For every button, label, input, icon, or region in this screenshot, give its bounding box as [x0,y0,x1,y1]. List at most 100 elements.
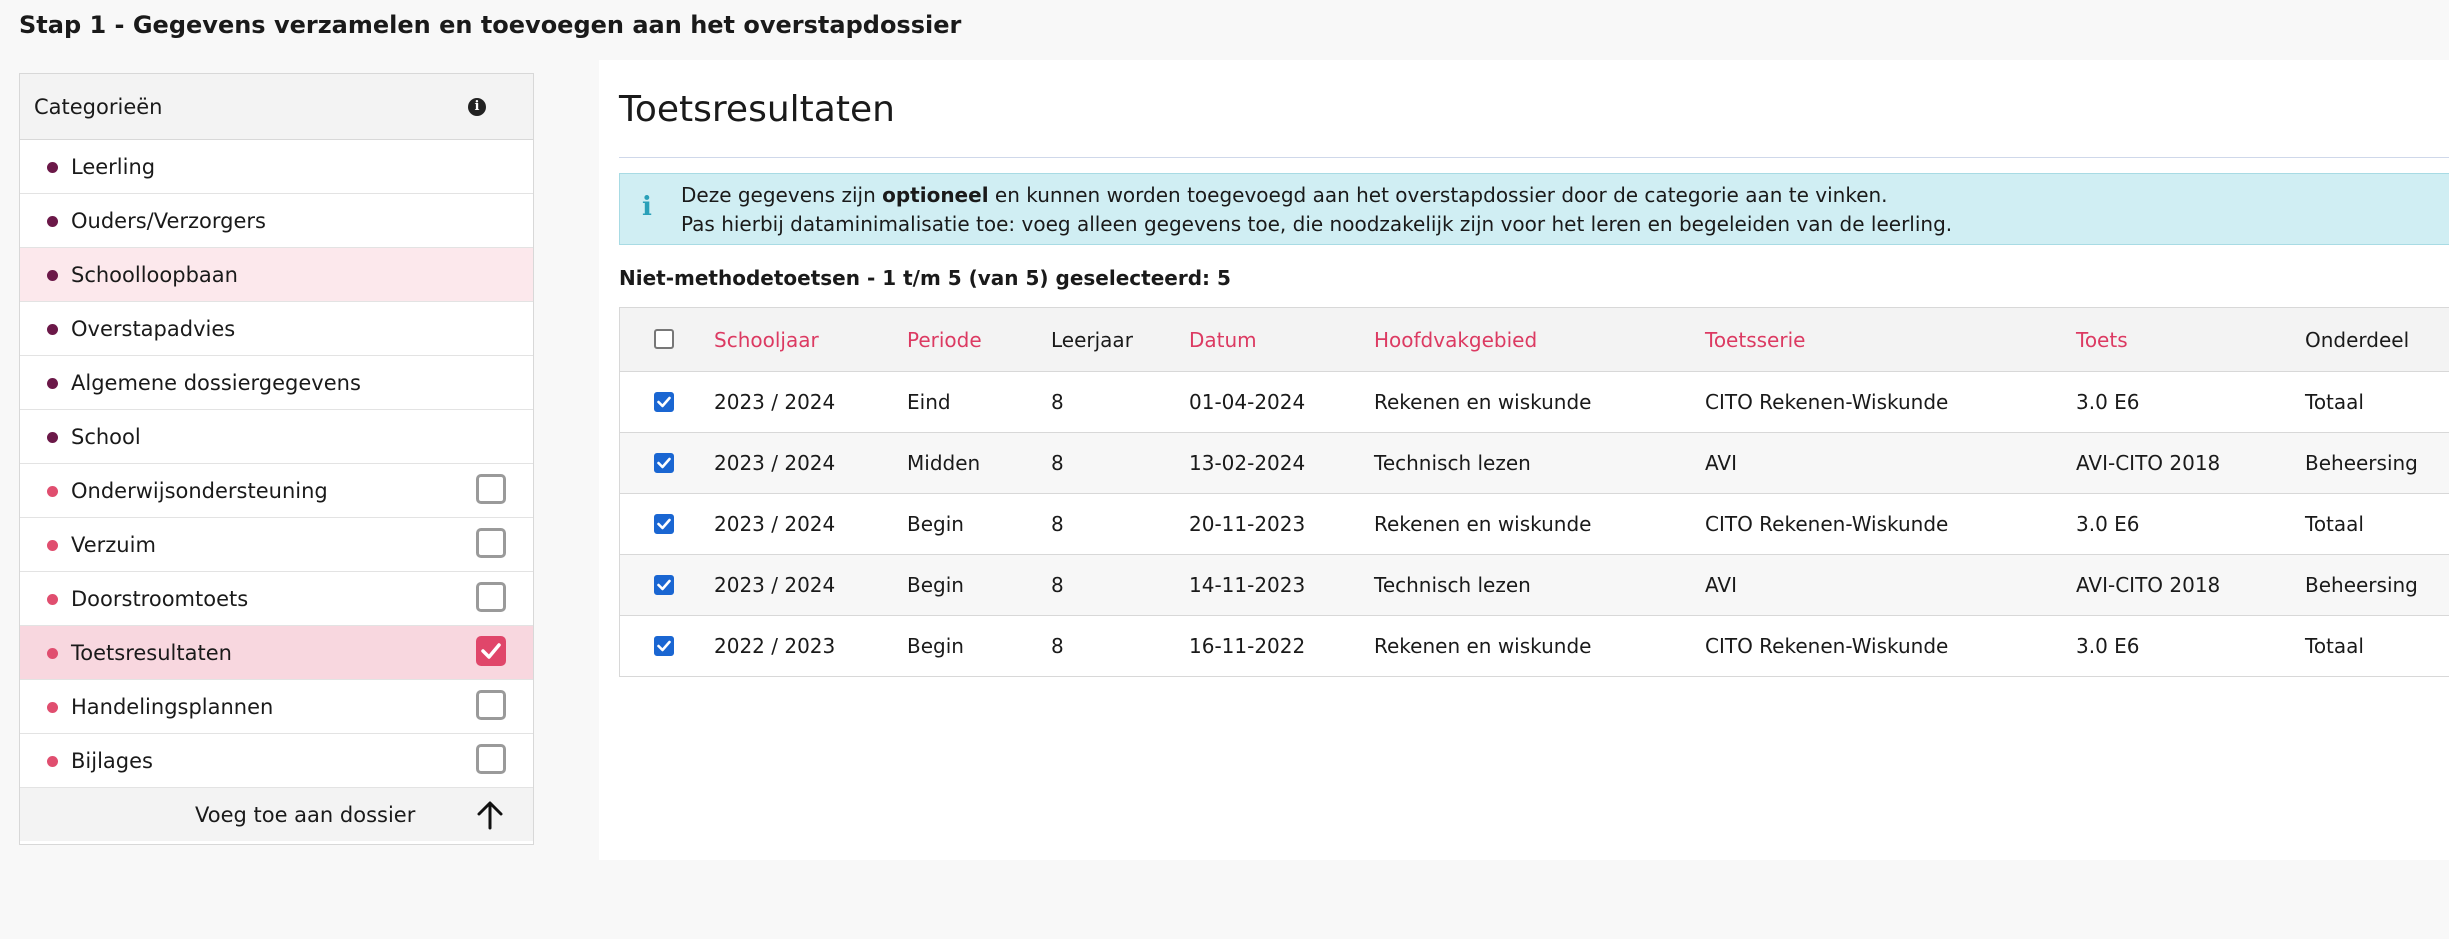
alert-line-2: Pas hierbij dataminimalisatie toe: voeg … [681,212,1953,236]
cell-onderdeel: Totaal [2305,512,2364,536]
cell-leerjaar: 8 [1051,451,1064,475]
column-header-toets[interactable]: Toets [2076,326,2128,354]
sidebar-item-label: Leerling [71,155,156,179]
cell-toetsserie: AVI [1705,573,1737,597]
sidebar-item-label: Overstapadvies [71,317,236,341]
category-dot-icon [47,594,58,605]
cell-hoofdvakgebied: Rekenen en wiskunde [1374,390,1592,414]
cell-leerjaar: 8 [1051,512,1064,536]
category-dot-icon [47,162,58,173]
select-all-checkbox[interactable] [654,329,674,349]
arrow-up-icon [477,801,503,830]
main-panel: Toetsresultaten i Deze gegevens zijn opt… [599,60,2449,860]
cell-schooljaar: 2022 / 2023 [714,634,836,658]
category-dot-icon [47,216,58,227]
add-to-dossier-label: Voeg toe aan dossier [195,803,416,827]
checkmark-icon [481,643,501,659]
cell-onderdeel: Beheersing [2305,451,2418,475]
category-dot-icon [47,756,58,767]
category-dot-icon [47,648,58,659]
cell-toets: 3.0 E6 [2076,390,2140,414]
cell-toetsserie: CITO Rekenen-Wiskunde [1705,390,1949,414]
category-dot-icon [47,486,58,497]
table-row[interactable]: 2023 / 2024 Eind 8 01-04-2024 Rekenen en wis… [620,372,2449,433]
row-checkbox[interactable] [654,453,674,473]
category-checkbox[interactable] [476,474,506,504]
cell-leerjaar: 8 [1051,390,1064,414]
sidebar-header-label: Categorieën [34,94,163,119]
column-header-toetsserie[interactable]: Toetsserie [1705,326,1805,354]
cell-hoofdvakgebied: Rekenen en wiskunde [1374,512,1592,536]
cell-onderdeel: Totaal [2305,390,2364,414]
cell-schooljaar: 2023 / 2024 [714,451,836,475]
cell-schooljaar: 2023 / 2024 [714,512,836,536]
row-checkbox[interactable] [654,514,674,534]
cell-onderdeel: Totaal [2305,634,2364,658]
table-row[interactable]: 2023 / 2024 Begin 8 20-11-2023 Rekenen en wi… [620,494,2449,555]
sidebar-item-schoolloopbaan[interactable]: Schoolloopbaan [20,248,533,302]
results-table: Schooljaar Periode Leerjaar Datum Hoofdvakge… [619,307,2449,677]
cell-periode: Eind [907,390,951,414]
column-header-hoofdvakgebied[interactable]: Hoofdvakgebied [1374,326,1537,354]
category-sidebar: Categorieën i Leerling Ouders/Verzorgers S… [19,73,534,845]
sidebar-item-label: Ouders/Verzorgers [71,209,266,233]
sidebar-item-leerling[interactable]: Leerling [20,140,533,194]
cell-toetsserie: CITO Rekenen-Wiskunde [1705,512,1949,536]
sidebar-item-bijlages[interactable]: Bijlages [20,734,533,788]
table-row[interactable]: 2023 / 2024 Begin 8 14-11-2023 Technisch lez… [620,555,2449,616]
sidebar-item-ouders-verzorgers[interactable]: Ouders/Verzorgers [20,194,533,248]
category-checkbox[interactable] [476,636,506,666]
column-header-leerjaar: Leerjaar [1051,328,1133,352]
cell-periode: Midden [907,451,981,475]
category-dot-icon [47,270,58,281]
category-checkbox[interactable] [476,528,506,558]
cell-datum: 14-11-2023 [1189,573,1306,597]
cell-schooljaar: 2023 / 2024 [714,573,836,597]
cell-toets: 3.0 E6 [2076,634,2140,658]
add-to-dossier-button[interactable]: Voeg toe aan dossier [20,788,533,841]
info-alert: i Deze gegevens zijn optioneel en kunnen… [619,173,2449,245]
sidebar-item-onderwijsondersteuning[interactable]: Onderwijsondersteuning [20,464,533,518]
selection-summary: Niet-methodetoetsen - 1 t/m 5 (van 5) ge… [619,266,1231,290]
sidebar-item-overstapadvies[interactable]: Overstapadvies [20,302,533,356]
row-checkbox[interactable] [654,636,674,656]
cell-toetsserie: CITO Rekenen-Wiskunde [1705,634,1949,658]
column-header-datum[interactable]: Datum [1189,326,1257,354]
row-checkbox[interactable] [654,392,674,412]
cell-periode: Begin [907,634,964,658]
table-row[interactable]: 2023 / 2024 Midden 8 13-02-2024 Technisch le… [620,433,2449,494]
sidebar-item-label: Schoolloopbaan [71,263,238,287]
sidebar-item-school[interactable]: School [20,410,533,464]
alert-bold-text: optioneel [882,183,989,207]
sidebar-header: Categorieën i [20,74,533,140]
category-checkbox[interactable] [476,744,506,774]
category-checkbox[interactable] [476,690,506,720]
sidebar-item-handelingsplannen[interactable]: Handelingsplannen [20,680,533,734]
cell-periode: Begin [907,512,964,536]
table-header-row: Schooljaar Periode Leerjaar Datum Hoofdvakge… [620,308,2449,372]
column-header-schooljaar[interactable]: Schooljaar [714,326,819,354]
cell-leerjaar: 8 [1051,634,1064,658]
cell-datum: 01-04-2024 [1189,390,1306,414]
alert-text: Deze gegevens zijn [681,183,883,207]
sidebar-item-verzuim[interactable]: Verzuim [20,518,533,572]
cell-datum: 20-11-2023 [1189,512,1306,536]
alert-line-1: Deze gegevens zijn optioneel en kunnen w… [681,181,1888,210]
category-dot-icon [47,324,58,335]
cell-hoofdvakgebied: Technisch lezen [1374,573,1531,597]
category-dot-icon [47,702,58,713]
cell-toets: AVI-CITO 2018 [2076,451,2221,475]
table-row[interactable]: 2022 / 2023 Begin 8 16-11-2022 Rekenen en wi… [620,616,2449,677]
column-header-onderdeel: Onderdeel [2305,328,2410,352]
info-icon[interactable]: i [468,98,486,116]
checkmark-icon [657,579,671,591]
category-checkbox[interactable] [476,582,506,612]
column-header-periode[interactable]: Periode [907,326,982,354]
sidebar-item-toetsresultaten[interactable]: Toetsresultaten [20,626,533,680]
sidebar-item-label: Bijlages [71,749,153,773]
row-checkbox[interactable] [654,575,674,595]
page-title: Stap 1 - Gegevens verzamelen en toevoege… [19,11,962,39]
sidebar-item-doorstroomtoets[interactable]: Doorstroomtoets [20,572,533,626]
sidebar-item-label: Verzuim [71,533,156,557]
sidebar-item-algemene-dossiergegevens[interactable]: Algemene dossiergegevens [20,356,533,410]
